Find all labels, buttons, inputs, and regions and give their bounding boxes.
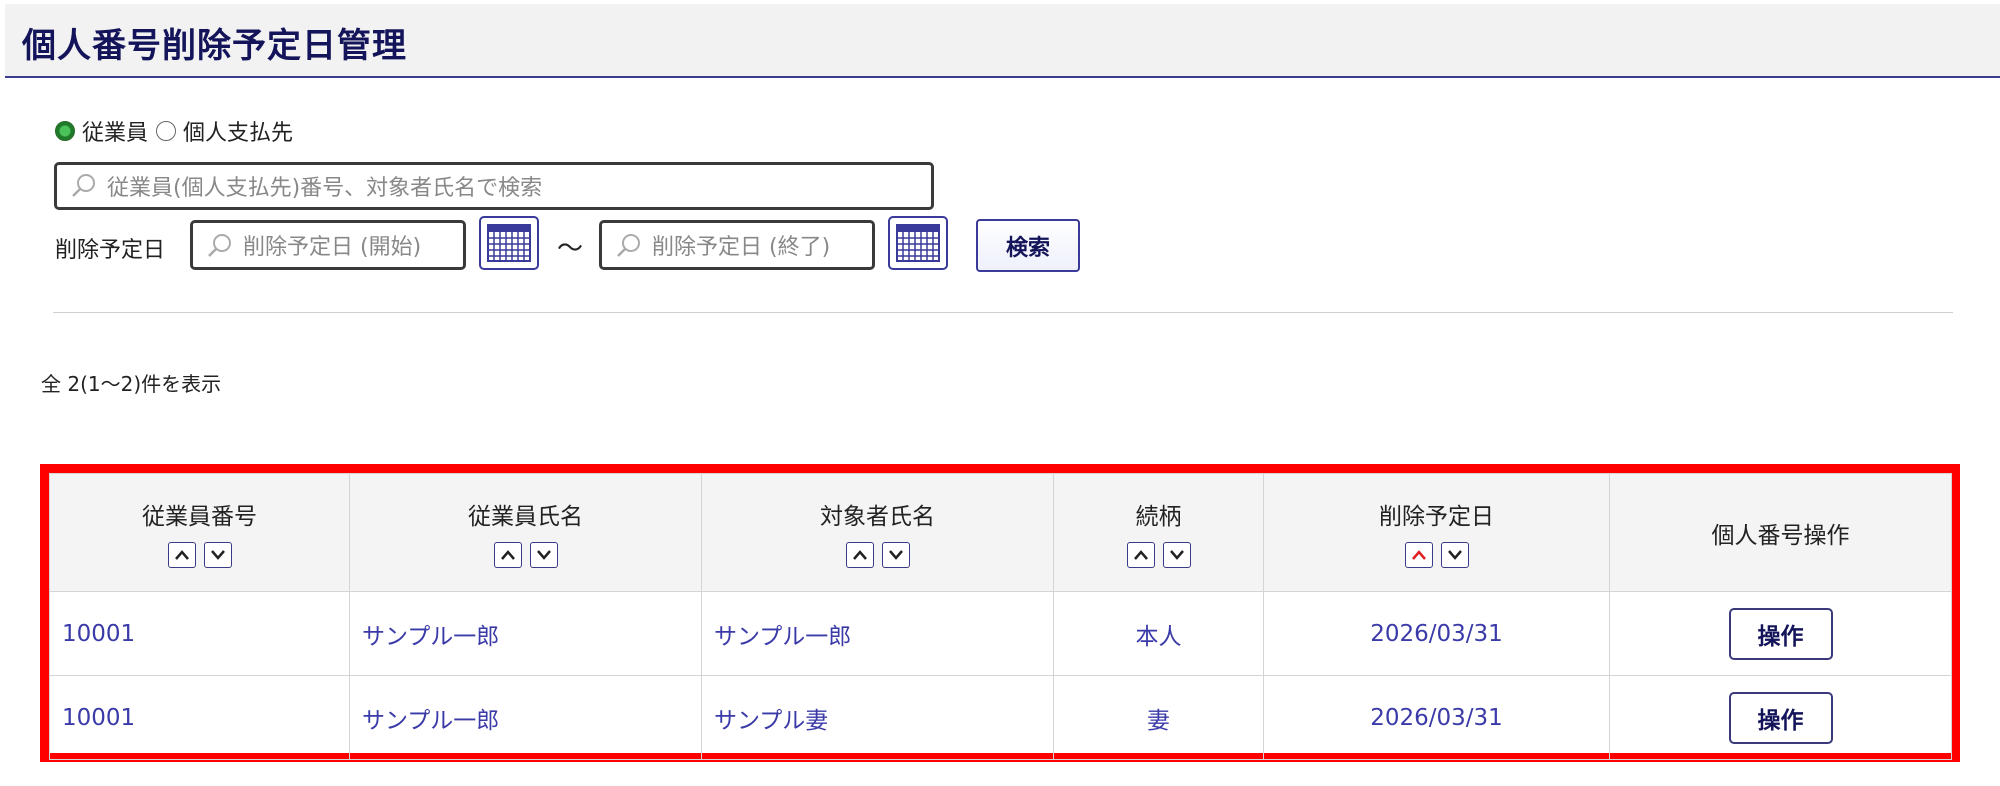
header-mynumber-action: 個人番号操作 <box>1609 473 1952 592</box>
keyword-search-input[interactable]: 従業員(個人支払先)番号、対象者氏名で検索 <box>54 162 934 210</box>
cell-employee-name[interactable]: サンプル一郎 <box>349 675 702 760</box>
header-label: 対象者氏名 <box>820 504 935 530</box>
chevron-up-icon <box>174 550 189 560</box>
cell-relation[interactable]: 本人 <box>1053 591 1264 676</box>
sort-desc-button[interactable] <box>529 542 558 568</box>
chevron-up-icon <box>1411 550 1426 560</box>
cell-action: 操作 <box>1609 675 1952 760</box>
header-delete-date: 削除予定日 <box>1263 473 1610 592</box>
sort-asc-button-active[interactable] <box>1404 542 1433 568</box>
header-label: 従業員氏名 <box>468 504 583 530</box>
header-employee-number: 従業員番号 <box>49 473 350 592</box>
sort-desc-button[interactable] <box>203 542 232 568</box>
chevron-down-icon <box>888 550 903 560</box>
result-count: 全 2(1～2)件を表示 <box>41 372 222 396</box>
search-icon <box>208 234 231 257</box>
table-row: 10001 サンプル一郎 サンプル妻 妻 2026/03/31 操作 <box>49 675 1952 760</box>
sort-asc-button[interactable] <box>167 542 196 568</box>
page-header: 個人番号削除予定日管理 <box>5 4 2000 78</box>
sort-desc-button[interactable] <box>881 542 910 568</box>
chevron-down-icon <box>1169 550 1184 560</box>
date-start-input[interactable]: 削除予定日 (開始) <box>190 220 466 270</box>
date-range-label: 削除予定日 <box>55 238 166 263</box>
radio-employee[interactable] <box>55 121 75 141</box>
cell-delete-date[interactable]: 2026/03/31 <box>1263 591 1610 676</box>
cell-relation[interactable]: 妻 <box>1053 675 1264 760</box>
cell-action: 操作 <box>1609 591 1952 676</box>
calendar-icon <box>896 224 940 262</box>
chevron-down-icon <box>1447 550 1462 560</box>
cell-delete-date[interactable]: 2026/03/31 <box>1263 675 1610 760</box>
sort-desc-button[interactable] <box>1162 542 1191 568</box>
date-end-calendar-button[interactable] <box>888 216 948 270</box>
result-table-highlight: 従業員番号 従業員氏名 対象者氏名 続柄 削除予定日 個人番号操作 10001 … <box>40 464 1960 762</box>
chevron-up-icon <box>852 550 867 560</box>
date-start-calendar-button[interactable] <box>479 216 539 270</box>
chevron-up-icon <box>1133 550 1148 560</box>
search-icon <box>617 234 640 257</box>
sort-asc-button[interactable] <box>845 542 874 568</box>
keyword-search-placeholder: 従業員(個人支払先)番号、対象者氏名で検索 <box>107 176 543 201</box>
table-row: 10001 サンプル一郎 サンプル一郎 本人 2026/03/31 操作 <box>49 591 1952 676</box>
divider <box>53 312 1953 313</box>
radio-employee-label[interactable]: 従業員 <box>82 115 148 147</box>
header-label: 従業員番号 <box>142 504 257 530</box>
sort-asc-button[interactable] <box>1126 542 1155 568</box>
operate-button[interactable]: 操作 <box>1728 607 1833 660</box>
sort-desc-button[interactable] <box>1440 542 1469 568</box>
target-type-radio-group: 従業員 個人支払先 <box>55 116 301 146</box>
cell-employee-name[interactable]: サンプル一郎 <box>349 591 702 676</box>
cell-employee-number[interactable]: 10001 <box>49 675 350 760</box>
chevron-down-icon <box>536 550 551 560</box>
header-relation: 続柄 <box>1053 473 1264 592</box>
operate-button[interactable]: 操作 <box>1728 691 1833 744</box>
date-end-input[interactable]: 削除予定日 (終了) <box>599 220 875 270</box>
header-target-name: 対象者氏名 <box>701 473 1054 592</box>
search-icon <box>72 174 95 197</box>
range-separator: ～ <box>557 234 584 264</box>
chevron-down-icon <box>210 550 225 560</box>
cell-employee-number[interactable]: 10001 <box>49 591 350 676</box>
calendar-icon <box>487 224 531 262</box>
radio-payee[interactable] <box>156 121 177 141</box>
chevron-up-icon <box>500 550 515 560</box>
sort-asc-button[interactable] <box>493 542 522 568</box>
header-label: 個人番号操作 <box>1711 522 1850 549</box>
cell-target-name[interactable]: サンプル一郎 <box>701 591 1054 676</box>
header-label: 続柄 <box>1135 504 1182 530</box>
cell-target-name[interactable]: サンプル妻 <box>701 675 1054 760</box>
header-label: 削除予定日 <box>1379 504 1494 530</box>
result-table: 従業員番号 従業員氏名 対象者氏名 続柄 削除予定日 個人番号操作 10001 … <box>49 473 1952 760</box>
header-employee-name: 従業員氏名 <box>349 473 702 592</box>
search-button[interactable]: 検索 <box>976 219 1080 272</box>
radio-payee-label[interactable]: 個人支払先 <box>183 115 293 147</box>
page-title: 個人番号削除予定日管理 <box>22 26 407 66</box>
date-start-placeholder: 削除予定日 (開始) <box>243 235 422 260</box>
date-end-placeholder: 削除予定日 (終了) <box>652 235 831 260</box>
